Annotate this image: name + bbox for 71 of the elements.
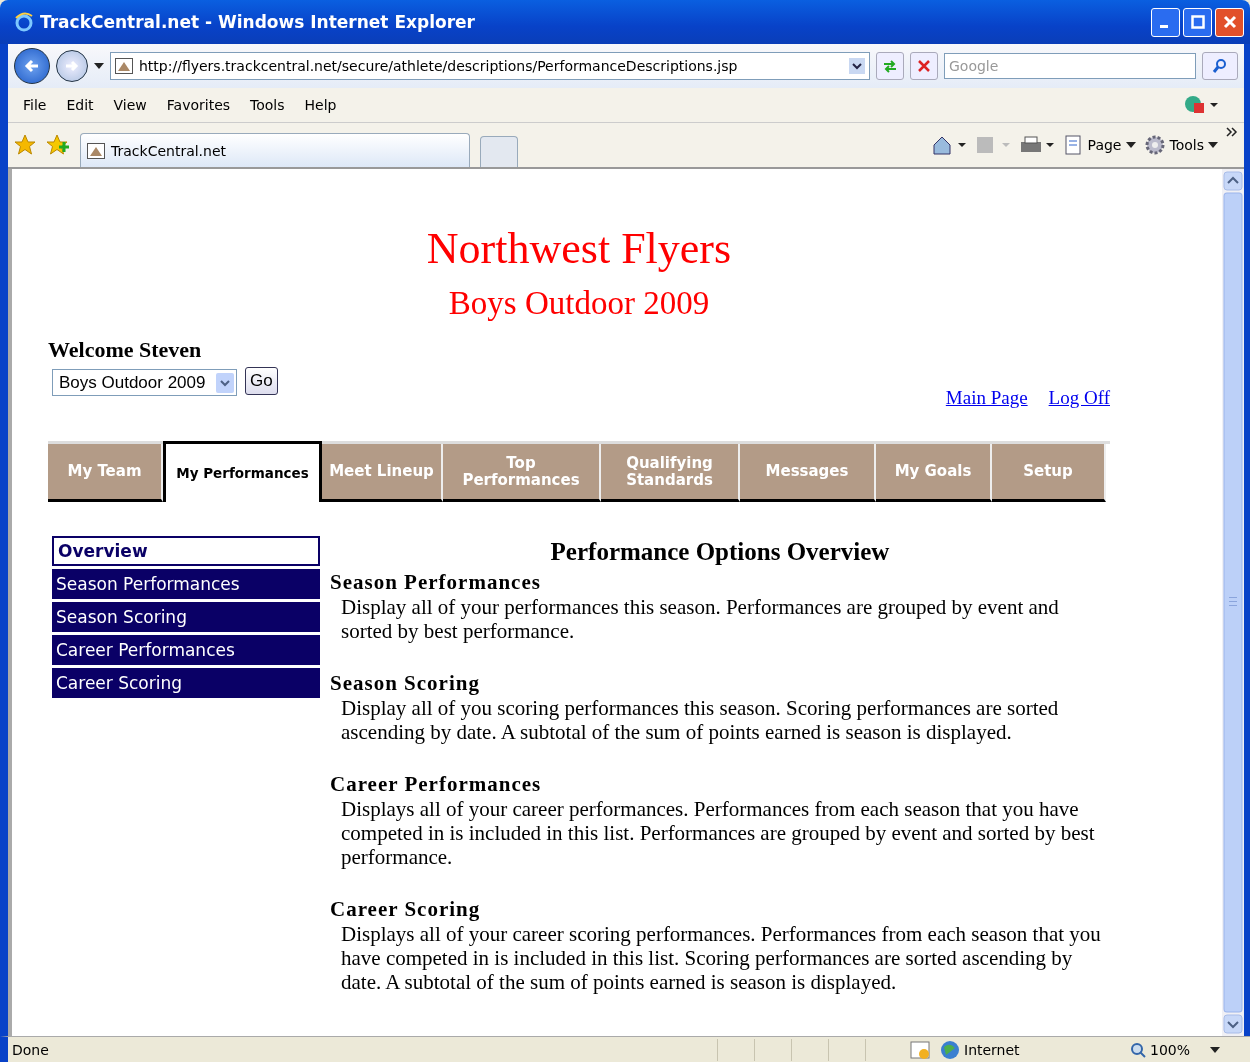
forward-arrow-icon — [64, 58, 80, 74]
zone-indicator: Internet — [940, 1040, 1130, 1060]
page-icon — [115, 58, 133, 74]
sidebar-item[interactable]: Career Scoring — [52, 668, 320, 698]
page-icon — [87, 142, 105, 159]
protected-mode-icon — [910, 1040, 932, 1060]
sidebar-item[interactable]: Career Performances — [52, 635, 320, 665]
magnifier-icon — [1130, 1042, 1146, 1058]
season-title: Boys Outdoor 2009 — [448, 284, 710, 323]
browser-logo-icon — [14, 12, 34, 32]
season-dropdown[interactable]: Boys Outdoor 2009 — [52, 369, 237, 396]
stop-button[interactable] — [910, 52, 938, 80]
back-arrow-icon — [23, 57, 41, 75]
minimize-icon — [1159, 24, 1168, 28]
maximize-button[interactable] — [1183, 7, 1212, 37]
sidebar-item[interactable]: Overview — [52, 536, 320, 566]
address-field[interactable]: http://flyers.trackcentral.net/secure/athlete/descriptions/PerformanceDescriptions.jsp — [110, 52, 870, 80]
search-field[interactable]: Google — [944, 53, 1196, 79]
go-button[interactable]: Go — [245, 367, 278, 395]
refresh-button[interactable] — [876, 52, 904, 80]
translate-icon[interactable] — [1184, 95, 1218, 115]
toolbar-button[interactable]: Page — [1063, 135, 1136, 155]
menu-item[interactable]: Favorites — [157, 95, 240, 115]
document-icon — [1063, 135, 1084, 155]
section-heading: Career Scoring — [330, 897, 481, 922]
globe-icon — [940, 1040, 960, 1060]
caret-icon — [1208, 142, 1218, 148]
refresh-icon — [882, 58, 898, 74]
status-text: Done — [12, 1042, 50, 1058]
site-title: Northwest Flyers — [426, 223, 732, 275]
window-title: TrackCentral.net - Windows Internet Explorer — [40, 12, 476, 32]
stop-icon — [917, 59, 931, 73]
print-icon[interactable] — [1019, 135, 1056, 155]
close-button[interactable] — [1215, 7, 1244, 37]
menu-item[interactable]: View — [104, 95, 156, 115]
toolbar-button[interactable]: Tools — [1143, 134, 1218, 156]
menu-item[interactable]: Tools — [241, 95, 294, 115]
section-heading: Season Performances — [330, 570, 541, 595]
section-heading: Career Performances — [330, 772, 542, 797]
caret-icon — [1125, 142, 1136, 148]
welcome-text: Welcome Steven — [48, 337, 202, 363]
zoom-control[interactable]: 100% — [1130, 1042, 1220, 1058]
home-icon[interactable] — [931, 135, 968, 155]
section-text: Display all of your performances this season. Performances are grouped by event and sorted by best performance. — [341, 595, 1060, 643]
search-icon — [1212, 58, 1228, 74]
nav-tab[interactable]: My Performances — [163, 441, 322, 502]
caret-icon — [1210, 1047, 1220, 1053]
back-button[interactable] — [14, 48, 50, 84]
search-button[interactable] — [1202, 52, 1238, 80]
gear-icon — [1143, 134, 1166, 156]
maximize-icon — [1190, 15, 1205, 29]
section-text: Displays all of your career scoring performances. Performances from each season that you have competed in is included in this list. Scoring performances are sorted ascending by date. A subtotal of the sum of points earned is season is displayed. — [341, 922, 1101, 994]
sidebar-item[interactable]: Season Performances — [52, 569, 320, 599]
star-icon[interactable] — [14, 134, 36, 156]
menu-item[interactable]: File — [14, 95, 56, 115]
menu-item[interactable]: Edit — [57, 95, 103, 115]
section-text: Display all of you scoring performances this season. Scoring performances are sorted ascending by date. A subtotal of the sum of points earned is season is displayed. — [341, 696, 1060, 744]
link[interactable]: Log Off — [1048, 387, 1110, 409]
chevron-icon[interactable] — [1226, 127, 1238, 137]
close-icon — [1222, 15, 1237, 29]
add-favorite-icon[interactable] — [46, 134, 70, 156]
section-text: Displays all of your career performances. Performances from each season that you have competed in is included in this list. Performances are grouped by event and sorted by best performance. — [341, 797, 1096, 869]
minimize-button[interactable] — [1151, 7, 1180, 37]
browser-tab[interactable]: TrackCentral.net — [80, 133, 470, 167]
content-title: Performance Options Overview — [550, 538, 890, 566]
menu-item[interactable]: Help — [295, 95, 346, 115]
section-heading: Season Scoring — [330, 671, 480, 696]
forward-button[interactable] — [56, 50, 88, 82]
link[interactable]: Main Page — [945, 387, 1028, 409]
sidebar-item[interactable]: Season Scoring — [52, 602, 320, 632]
dropdown-arrow-icon[interactable] — [94, 63, 104, 69]
